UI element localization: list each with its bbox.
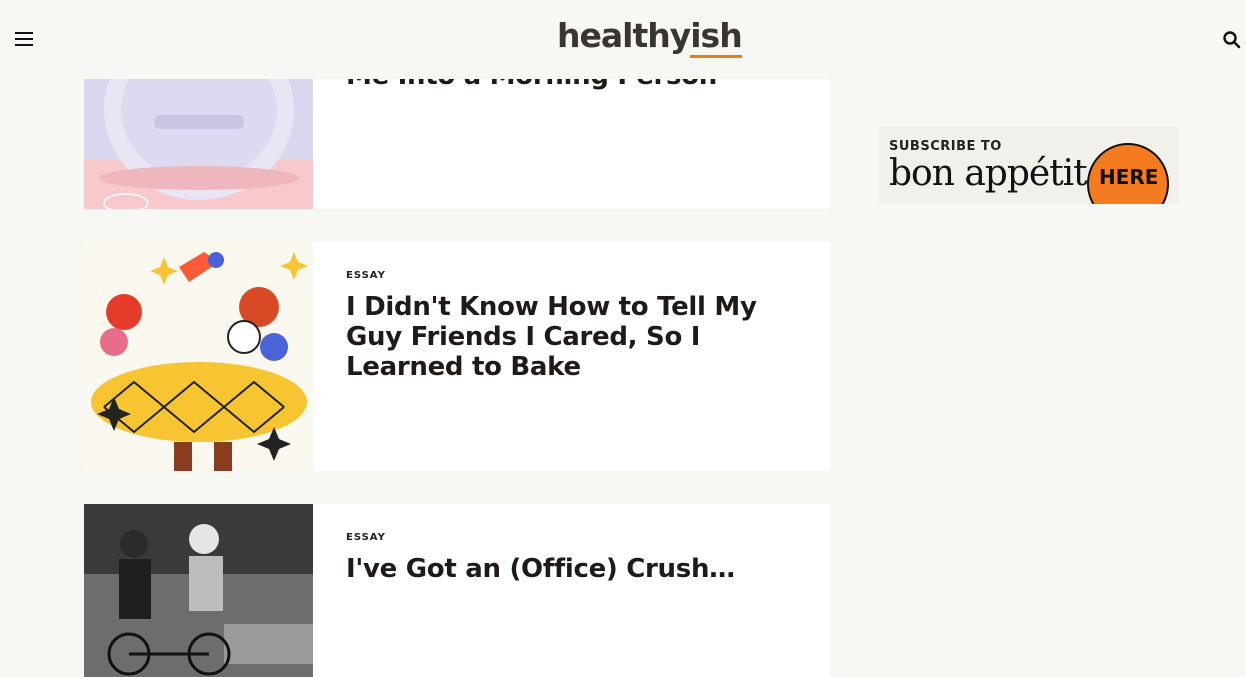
ad-cta-text[interactable]: HERE xyxy=(1099,165,1158,189)
ad-subscribe-text: SUBSCRIBE TO xyxy=(889,139,1002,154)
illustration-friends-baking-image xyxy=(84,242,313,471)
search-icon[interactable] xyxy=(1222,30,1242,50)
article-thumbnail[interactable] xyxy=(84,242,313,471)
site-header: healthyish xyxy=(0,0,1246,79)
ad-brand-text: bon appétit xyxy=(889,153,1088,194)
subscribe-ad-banner[interactable]: SUBSCRIBE TO bon appétit HERE xyxy=(879,127,1179,204)
article-headline[interactable]: I Didn't Know How to Tell My Guy Friends… xyxy=(346,292,796,382)
logo-suffix-text: ish xyxy=(690,16,743,58)
hamburger-menu-icon[interactable] xyxy=(15,32,33,46)
article-thumbnail[interactable] xyxy=(84,504,313,677)
article-category[interactable]: ESSAY xyxy=(346,270,386,281)
article-category[interactable]: ESSAY xyxy=(346,532,386,543)
article-card[interactable]: ESSAY I've Got an (Office) Crush… xyxy=(84,504,830,677)
article-card[interactable]: ESSAY I Didn't Know How to Tell My Guy F… xyxy=(84,242,830,471)
article-headline[interactable]: I've Got an (Office) Crush… xyxy=(346,554,735,584)
two-women-bicycle-photo xyxy=(84,504,313,677)
logo-main-text: healthy xyxy=(557,16,691,55)
site-logo[interactable]: healthyish xyxy=(557,16,743,58)
